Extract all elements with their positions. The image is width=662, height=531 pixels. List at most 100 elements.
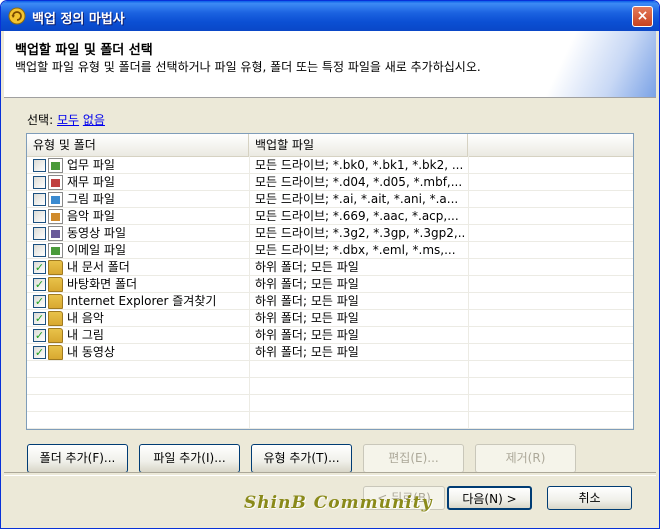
row-gridline <box>27 241 633 242</box>
remove-button[interactable]: 제거(R) <box>475 444 576 473</box>
item-name: 이메일 파일 <box>67 243 127 257</box>
window-title: 백업 정의 마법사 <box>32 12 125 27</box>
item-files: 모든 드라이브; *.669, *.aac, *.acp,... <box>255 209 459 223</box>
video-file-icon <box>48 226 63 241</box>
item-checkbox[interactable] <box>33 244 46 257</box>
favorites-folder-icon <box>48 294 63 309</box>
item-checkbox[interactable] <box>33 159 46 172</box>
item-name: 동영상 파일 <box>67 226 127 240</box>
page-title: 백업할 파일 및 폴더 선택 <box>15 43 153 58</box>
item-checkbox[interactable]: ✓ <box>33 278 46 291</box>
row-gridline <box>27 326 633 327</box>
add-folder-button[interactable]: 폴더 추가(F)... <box>27 444 128 473</box>
selection-label: 선택: <box>27 113 54 127</box>
list-item[interactable]: 재무 파일 모든 드라이브; *.d04, *.d05, *.mbf,... <box>27 174 633 191</box>
selection-links: 선택: 모두 없음 <box>27 111 105 128</box>
item-name: Internet Explorer 즐겨찾기 <box>67 294 217 308</box>
item-checkbox[interactable]: ✓ <box>33 346 46 359</box>
list-item[interactable]: ✓ 내 문서 폴더 하위 폴더; 모든 파일 <box>27 259 633 276</box>
list-item[interactable]: ✓ 바탕화면 폴더 하위 폴더; 모든 파일 <box>27 276 633 293</box>
row-gridline <box>27 190 633 191</box>
row-gridline <box>27 224 633 225</box>
item-name: 업무 파일 <box>67 158 115 172</box>
item-files: 모든 드라이브; *.bk0, *.bk1, *.bk2, ... <box>255 158 464 172</box>
list-item[interactable]: 그림 파일 모든 드라이브; *.ai, *.ait, *.ani, *.a... <box>27 191 633 208</box>
column-header-empty[interactable] <box>468 134 633 156</box>
list-item[interactable]: 음악 파일 모든 드라이브; *.669, *.aac, *.acp,... <box>27 208 633 225</box>
item-files: 하위 폴더; 모든 파일 <box>255 311 359 325</box>
item-checkbox[interactable]: ✓ <box>33 261 46 274</box>
row-gridline <box>27 428 633 429</box>
item-checkbox[interactable] <box>33 193 46 206</box>
backup-items-list[interactable]: 유형 및 폴더 백업할 파일 업무 파일 모든 드라이브; *.bk0, *.bk… <box>26 133 634 430</box>
my-music-folder-icon <box>48 311 63 326</box>
list-item[interactable]: ✓ 내 그림 하위 폴더; 모든 파일 <box>27 327 633 344</box>
item-files: 하위 폴더; 모든 파일 <box>255 345 359 359</box>
item-checkbox[interactable] <box>33 210 46 223</box>
item-checkbox[interactable] <box>33 227 46 240</box>
wizard-header: 백업할 파일 및 폴더 선택 백업할 파일 유형 및 폴더를 선택하거나 파일 … <box>4 31 656 98</box>
item-files: 모든 드라이브; *.d04, *.d05, *.mbf,... <box>255 175 463 189</box>
my-documents-folder-icon <box>48 260 63 275</box>
item-name: 음악 파일 <box>67 209 115 223</box>
backup-wizard-icon <box>8 7 26 25</box>
my-pictures-folder-icon <box>48 328 63 343</box>
wizard-window: 백업 정의 마법사 × 백업할 파일 및 폴더 선택 백업할 파일 유형 및 폴… <box>0 0 660 529</box>
row-gridline <box>27 360 633 361</box>
item-files: 하위 폴더; 모든 파일 <box>255 294 359 308</box>
watermark-text: ShinB Community <box>244 493 433 513</box>
row-gridline <box>27 173 633 174</box>
item-checkbox[interactable]: ✓ <box>33 295 46 308</box>
row-gridline <box>27 411 633 412</box>
page-description: 백업할 파일 유형 및 폴더를 선택하거나 파일 유형, 폴더 또는 특정 파일… <box>15 60 481 74</box>
music-file-icon <box>48 209 63 224</box>
email-file-icon <box>48 243 63 258</box>
row-gridline <box>27 343 633 344</box>
item-checkbox[interactable] <box>33 176 46 189</box>
item-name: 내 동영상 <box>67 345 115 359</box>
item-files: 하위 폴더; 모든 파일 <box>255 328 359 342</box>
picture-file-icon <box>48 192 63 207</box>
list-item[interactable]: 동영상 파일 모든 드라이브; *.3g2, *.3gp, *.3gp2,... <box>27 225 633 242</box>
item-name: 내 그림 <box>67 328 104 342</box>
finance-chart-icon <box>48 175 63 190</box>
close-button[interactable]: × <box>632 6 653 27</box>
add-file-button[interactable]: 파일 추가(I)... <box>139 444 240 473</box>
item-files: 하위 폴더; 모든 파일 <box>255 260 359 274</box>
title-bar[interactable]: 백업 정의 마법사 × <box>1 1 659 31</box>
item-checkbox[interactable]: ✓ <box>33 329 46 342</box>
list-header: 유형 및 폴더 백업할 파일 <box>27 134 633 157</box>
row-gridline <box>27 309 633 310</box>
footer-divider <box>4 472 656 476</box>
item-checkbox[interactable]: ✓ <box>33 312 46 325</box>
column-header-type[interactable]: 유형 및 폴더 <box>27 134 249 156</box>
select-none-link[interactable]: 없음 <box>83 113 105 127</box>
my-videos-folder-icon <box>48 345 63 360</box>
item-name: 내 음악 <box>67 311 104 325</box>
row-gridline <box>27 377 633 378</box>
row-gridline <box>27 275 633 276</box>
row-gridline <box>27 292 633 293</box>
header-decoration <box>516 31 656 97</box>
document-file-icon <box>48 158 63 173</box>
select-all-link[interactable]: 모두 <box>57 113 79 127</box>
item-name: 그림 파일 <box>67 192 115 206</box>
item-name: 내 문서 폴더 <box>67 260 130 274</box>
list-item[interactable]: 이메일 파일 모든 드라이브; *.dbx, *.eml, *.ms,... <box>27 242 633 259</box>
list-item[interactable]: ✓ Internet Explorer 즐겨찾기 하위 폴더; 모든 파일 <box>27 293 633 310</box>
item-files: 하위 폴더; 모든 파일 <box>255 277 359 291</box>
column-header-files[interactable]: 백업할 파일 <box>249 134 468 156</box>
list-item[interactable]: 업무 파일 모든 드라이브; *.bk0, *.bk1, *.bk2, ... <box>27 157 633 174</box>
cancel-button[interactable]: 취소 <box>547 486 632 510</box>
item-files: 모든 드라이브; *.3g2, *.3gp, *.3gp2,... <box>255 226 465 240</box>
item-files: 모든 드라이브; *.dbx, *.eml, *.ms,... <box>255 243 456 257</box>
item-name: 재무 파일 <box>67 175 115 189</box>
list-item[interactable]: ✓ 내 음악 하위 폴더; 모든 파일 <box>27 310 633 327</box>
edit-button[interactable]: 편집(E)... <box>363 444 464 473</box>
add-type-button[interactable]: 유형 추가(T)... <box>251 444 352 473</box>
list-item[interactable]: ✓ 내 동영상 하위 폴더; 모든 파일 <box>27 344 633 361</box>
row-gridline <box>27 394 633 395</box>
row-gridline <box>27 207 633 208</box>
item-name: 바탕화면 폴더 <box>67 277 138 291</box>
next-button[interactable]: 다음(N) > <box>447 486 532 510</box>
